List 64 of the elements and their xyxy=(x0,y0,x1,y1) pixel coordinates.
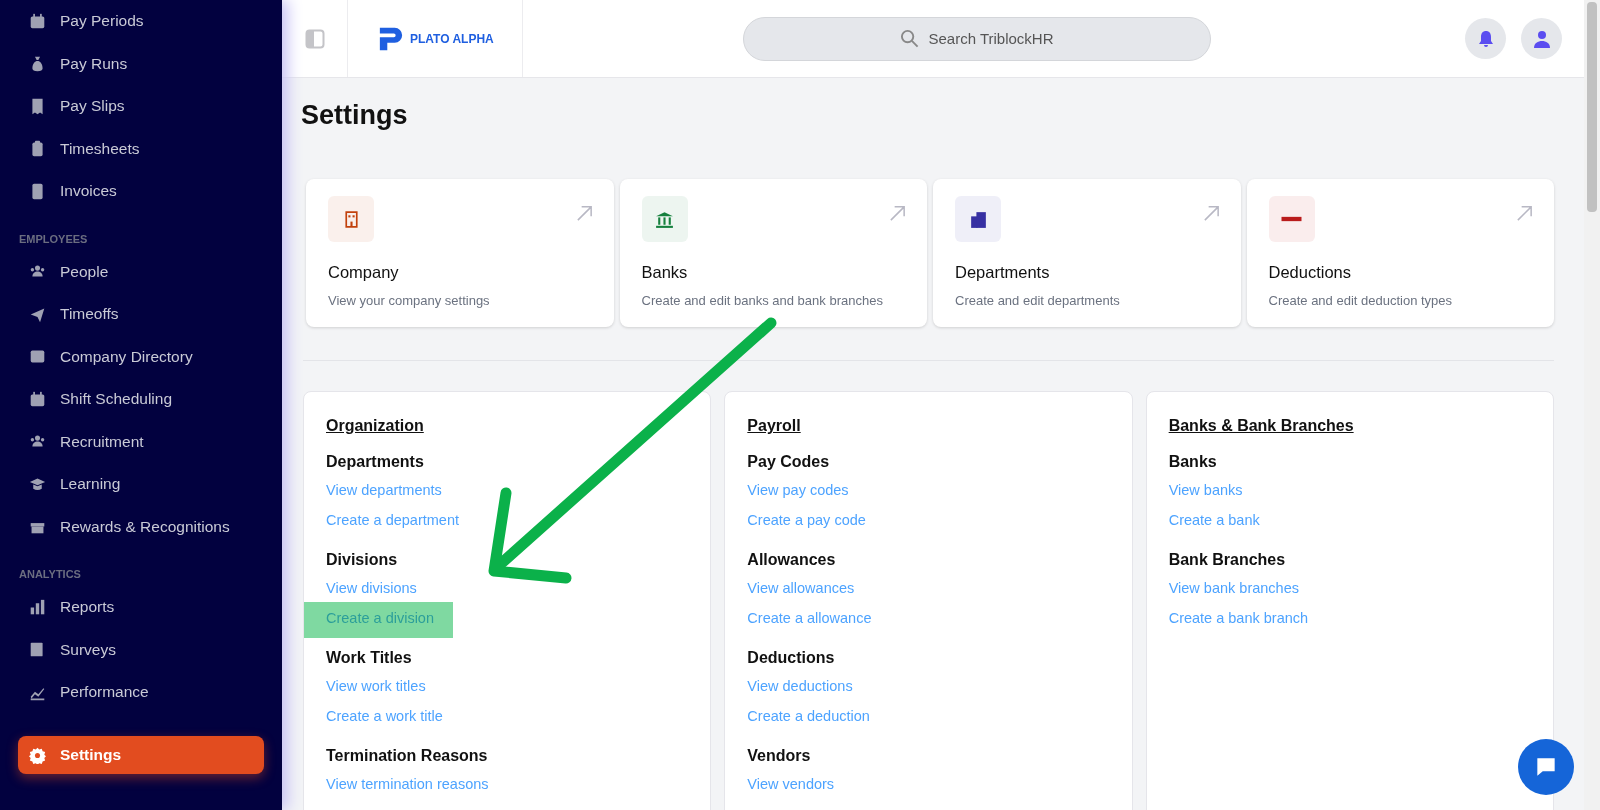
section-title: Organization xyxy=(326,417,425,435)
money-bag-icon xyxy=(29,55,46,73)
group-heading: Deductions xyxy=(747,649,836,667)
sidebar-item[interactable]: Timeoffs xyxy=(18,293,264,336)
group-heading: Departments xyxy=(326,453,425,471)
card-title: Departments xyxy=(955,263,1051,282)
arrow-up-right-icon xyxy=(1201,204,1221,223)
sidebar-item[interactable]: Pay Runs xyxy=(18,42,264,85)
sidebar-item[interactable]: Rewards & Recognitions xyxy=(18,505,264,548)
sidebar-item[interactable]: Timesheets xyxy=(18,127,264,170)
receipt-icon xyxy=(29,97,46,115)
sidebar-item[interactable]: Invoices xyxy=(18,170,264,213)
scrollbar[interactable] xyxy=(1584,0,1600,810)
section-heading: ANALYTICS xyxy=(19,568,82,580)
group-heading: Pay Codes xyxy=(747,453,831,471)
calendar-icon xyxy=(29,390,46,408)
sidebar-item[interactable]: Pay Slips xyxy=(18,85,264,128)
sidebar-item[interactable]: People xyxy=(18,250,264,293)
arrow-up-right-icon xyxy=(1515,204,1534,223)
group-heading: Work Titles xyxy=(326,649,413,667)
arrow-up-right-icon xyxy=(574,204,594,223)
calendar-icon xyxy=(29,12,46,30)
sidebar-item[interactable]: Surveys xyxy=(18,628,264,671)
settings-card[interactable]: Departments Create and edit departments xyxy=(933,179,1241,327)
search-icon xyxy=(899,28,919,48)
card-title: Company xyxy=(328,263,400,282)
sidebar-item[interactable]: Performance xyxy=(18,671,264,714)
arrow-up-right-icon xyxy=(888,204,907,223)
search-field[interactable]: Search TriblockHR xyxy=(742,16,1211,61)
card-description: View your company settings xyxy=(328,293,491,308)
card-description: Create and edit banks and bank branches xyxy=(641,293,884,308)
sidebar-item[interactable]: Pay Periods xyxy=(18,0,264,43)
settings-icon xyxy=(29,746,46,764)
chat-button[interactable] xyxy=(1518,739,1574,795)
card-description: Create and edit deduction types xyxy=(1268,293,1454,308)
page-title: Settings xyxy=(301,100,409,131)
sidebar-item[interactable]: Shift Scheduling xyxy=(18,378,264,421)
settings-card[interactable]: Deductions Create and edit deduction types xyxy=(1246,179,1554,327)
group-heading: Divisions xyxy=(326,551,399,569)
card-title: Deductions xyxy=(1268,263,1353,282)
card-description: Create and edit departments xyxy=(955,293,1121,308)
profile-button[interactable] xyxy=(1521,18,1562,59)
sidebar-item[interactable]: Reports xyxy=(18,586,264,629)
group-heading: Bank Branches xyxy=(1168,551,1287,569)
user-icon xyxy=(1531,28,1552,49)
card-title: Banks xyxy=(641,263,689,282)
sidebar-toggle-icon[interactable] xyxy=(304,28,325,49)
group-heading: Termination Reasons xyxy=(326,747,489,765)
settings-card[interactable]: Company View your company settings xyxy=(306,179,614,327)
notifications-button[interactable] xyxy=(1465,18,1506,59)
sidebar-item[interactable]: Learning xyxy=(18,463,264,506)
group-heading: Vendors xyxy=(747,747,812,765)
logo-text: PLATO ALPHA xyxy=(410,31,494,46)
clipboard-icon xyxy=(29,140,46,158)
sidebar-item[interactable]: Recruitment xyxy=(18,420,264,463)
section-heading: EMPLOYEES xyxy=(19,232,89,245)
bar-chart-icon xyxy=(29,598,46,616)
group-heading: Banks xyxy=(1168,453,1218,471)
section-title: Payroll xyxy=(747,417,802,435)
settings-item[interactable]: Settings xyxy=(18,736,264,774)
settings-card[interactable]: Banks Create and edit banks and bank branches xyxy=(619,179,927,327)
group-heading: Allowances xyxy=(747,551,837,569)
section-title: Banks & Bank Branches xyxy=(1168,417,1355,435)
sidebar-item[interactable]: Company Directory xyxy=(18,335,264,378)
